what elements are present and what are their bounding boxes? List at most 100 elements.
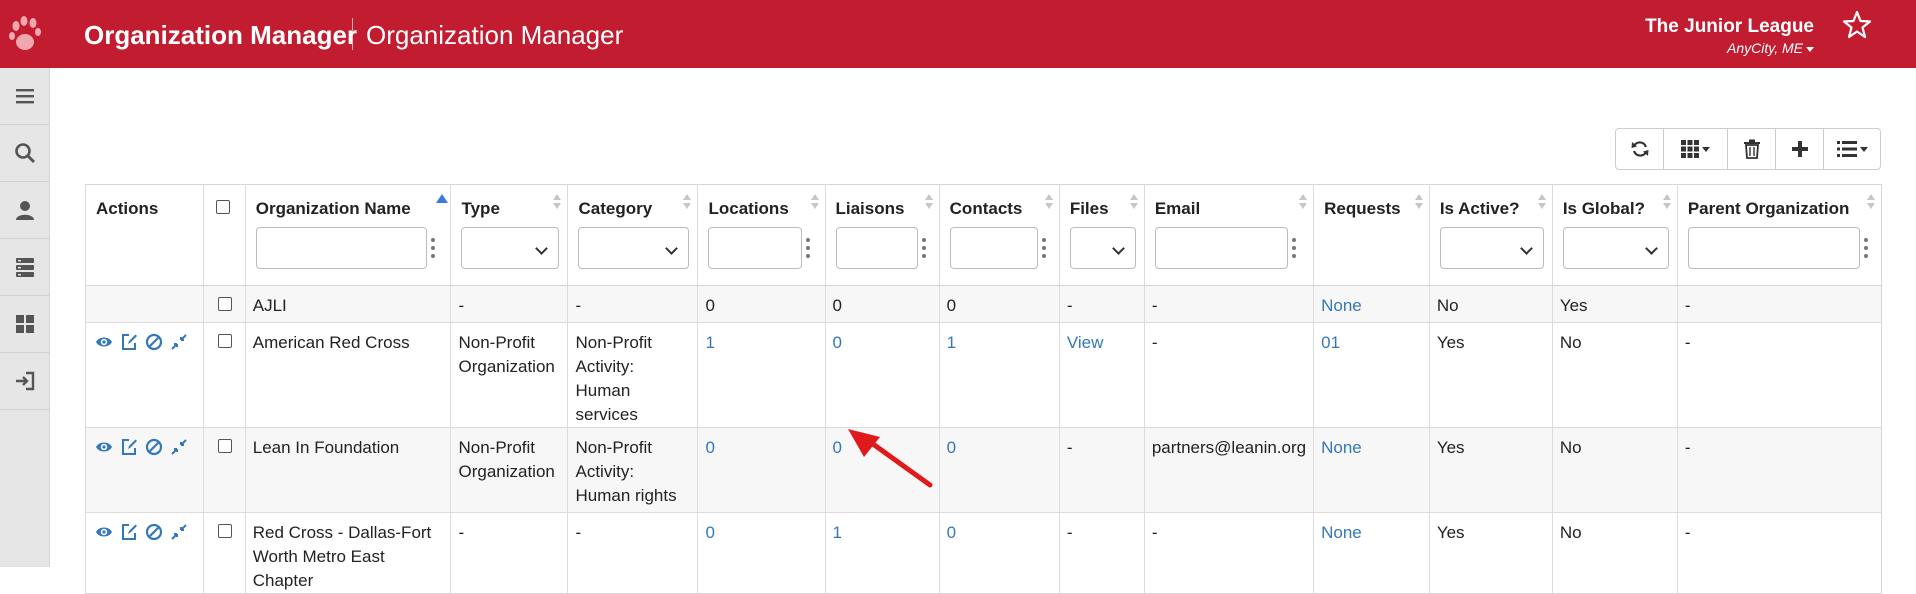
col-parent-organization[interactable]: Parent Organization: [1676, 184, 1882, 286]
search-icon: [14, 143, 35, 164]
liaisons-link[interactable]: 0: [824, 322, 940, 428]
filter-category-select[interactable]: [578, 227, 690, 269]
plus-icon: [1791, 141, 1808, 157]
list-options-button[interactable]: [1824, 129, 1880, 169]
merge-icon[interactable]: [170, 333, 188, 351]
filter-files-select[interactable]: [1069, 227, 1136, 269]
deactivate-icon[interactable]: [145, 438, 163, 456]
org-location-dropdown[interactable]: AnyCity, ME: [1727, 40, 1814, 56]
view-icon[interactable]: [95, 523, 113, 541]
edit-icon[interactable]: [120, 438, 138, 456]
contacts-link[interactable]: 1: [938, 322, 1060, 428]
col-liaisons[interactable]: Liaisons: [824, 184, 940, 286]
add-button[interactable]: [1776, 129, 1824, 169]
column-label: Is Active?: [1439, 199, 1520, 218]
sidebar: [0, 68, 50, 567]
table-row[interactable]: Lean In Foundation Non-Profit Organizati…: [85, 427, 1882, 513]
col-is-active[interactable]: Is Active?: [1428, 184, 1553, 286]
filter-organization-name-input[interactable]: [255, 227, 427, 269]
is-active-cell: No: [1428, 285, 1553, 323]
filter-type-select[interactable]: [461, 227, 560, 269]
edit-icon[interactable]: [120, 523, 138, 541]
row-checkbox[interactable]: [217, 297, 232, 311]
deactivate-icon[interactable]: [145, 523, 163, 541]
actions-cell: [85, 427, 204, 513]
paw-icon[interactable]: [8, 14, 42, 54]
parent-organization-cell: -: [1676, 285, 1882, 323]
merge-icon[interactable]: [170, 438, 188, 456]
filter-contacts-input[interactable]: [949, 227, 1038, 269]
columns-button[interactable]: [1664, 129, 1728, 169]
category-cell: Non-Profit Activity: Human services: [567, 322, 698, 428]
filter-locations-input[interactable]: [708, 227, 803, 269]
requests-link[interactable]: None: [1313, 512, 1430, 594]
col-email[interactable]: Email: [1143, 184, 1314, 286]
row-checkbox[interactable]: [217, 334, 232, 348]
refresh-button[interactable]: [1616, 129, 1664, 169]
sort-icon: [1129, 194, 1138, 212]
filter-options-icon[interactable]: [806, 238, 811, 258]
view-icon[interactable]: [95, 333, 113, 351]
sidebar-item-sign-out[interactable]: [0, 353, 49, 410]
filter-options-icon[interactable]: [1291, 238, 1296, 258]
requests-link[interactable]: None: [1313, 427, 1430, 513]
actions-cell: [85, 322, 204, 428]
row-checkbox[interactable]: [217, 439, 232, 453]
column-label: Is Global?: [1562, 199, 1645, 218]
app-title[interactable]: Organization Manager: [84, 20, 357, 51]
caret-down-icon: [1859, 146, 1868, 152]
col-files[interactable]: Files: [1058, 184, 1145, 286]
merge-icon[interactable]: [170, 523, 188, 541]
sidebar-item-user[interactable]: [0, 182, 49, 239]
col-locations[interactable]: Locations: [697, 184, 825, 286]
title-divider: [352, 18, 353, 50]
delete-button[interactable]: [1728, 129, 1776, 169]
table-row[interactable]: Red Cross - Dallas-Fort Worth Metro East…: [85, 512, 1882, 594]
table-row[interactable]: American Red Cross Non-Profit Organizati…: [85, 322, 1882, 428]
filter-is-global-select[interactable]: [1562, 227, 1669, 269]
filter-options-icon[interactable]: [430, 238, 435, 258]
filter-options-icon[interactable]: [1041, 238, 1046, 258]
locations-link[interactable]: 0: [697, 427, 825, 513]
table-row[interactable]: AJLI - - 0 0 0 - - None No Yes -: [85, 285, 1882, 323]
filter-options-icon[interactable]: [1863, 238, 1868, 258]
col-is-global[interactable]: Is Global?: [1551, 184, 1678, 286]
sort-icon: [1414, 194, 1423, 212]
view-icon[interactable]: [95, 438, 113, 456]
contacts-link[interactable]: 0: [938, 427, 1060, 513]
liaisons-link[interactable]: 1: [824, 512, 940, 594]
filter-liaisons-input[interactable]: [835, 227, 918, 269]
filter-email-input[interactable]: [1154, 227, 1288, 269]
edit-icon[interactable]: [120, 333, 138, 351]
star-icon[interactable]: [1842, 10, 1872, 40]
col-contacts[interactable]: Contacts: [938, 184, 1060, 286]
column-label: Files: [1069, 199, 1109, 218]
row-checkbox[interactable]: [217, 524, 232, 538]
filter-options-icon[interactable]: [921, 238, 926, 258]
filter-parent-organization-input[interactable]: [1687, 227, 1860, 269]
col-organization-name[interactable]: Organization Name: [244, 184, 451, 286]
trash-icon: [1743, 139, 1760, 159]
contacts-link[interactable]: 0: [938, 512, 1060, 594]
col-category[interactable]: Category: [567, 184, 698, 286]
col-requests[interactable]: Requests: [1313, 184, 1430, 286]
files-cell: -: [1058, 427, 1145, 513]
requests-link[interactable]: 01: [1313, 322, 1430, 428]
locations-link[interactable]: 1: [697, 322, 825, 428]
org-name[interactable]: The Junior League: [1645, 16, 1814, 38]
requests-link[interactable]: None: [1313, 285, 1430, 323]
files-link[interactable]: View: [1058, 322, 1145, 428]
header-row: Actions Organization Name Type Category …: [85, 184, 1882, 286]
sidebar-item-dashboard[interactable]: [0, 296, 49, 353]
is-active-cell: Yes: [1428, 322, 1553, 428]
sidebar-item-server[interactable]: [0, 239, 49, 296]
col-type[interactable]: Type: [450, 184, 568, 286]
locations-link[interactable]: 0: [697, 512, 825, 594]
select-all-checkbox[interactable]: [215, 200, 230, 214]
filter-is-active-select[interactable]: [1439, 227, 1544, 269]
deactivate-icon[interactable]: [145, 333, 163, 351]
email-cell: -: [1143, 322, 1314, 428]
sidebar-item-menu[interactable]: [0, 68, 49, 125]
top-bar: Organization Manager Organization Manage…: [0, 0, 1916, 68]
sidebar-item-search[interactable]: [0, 125, 49, 182]
